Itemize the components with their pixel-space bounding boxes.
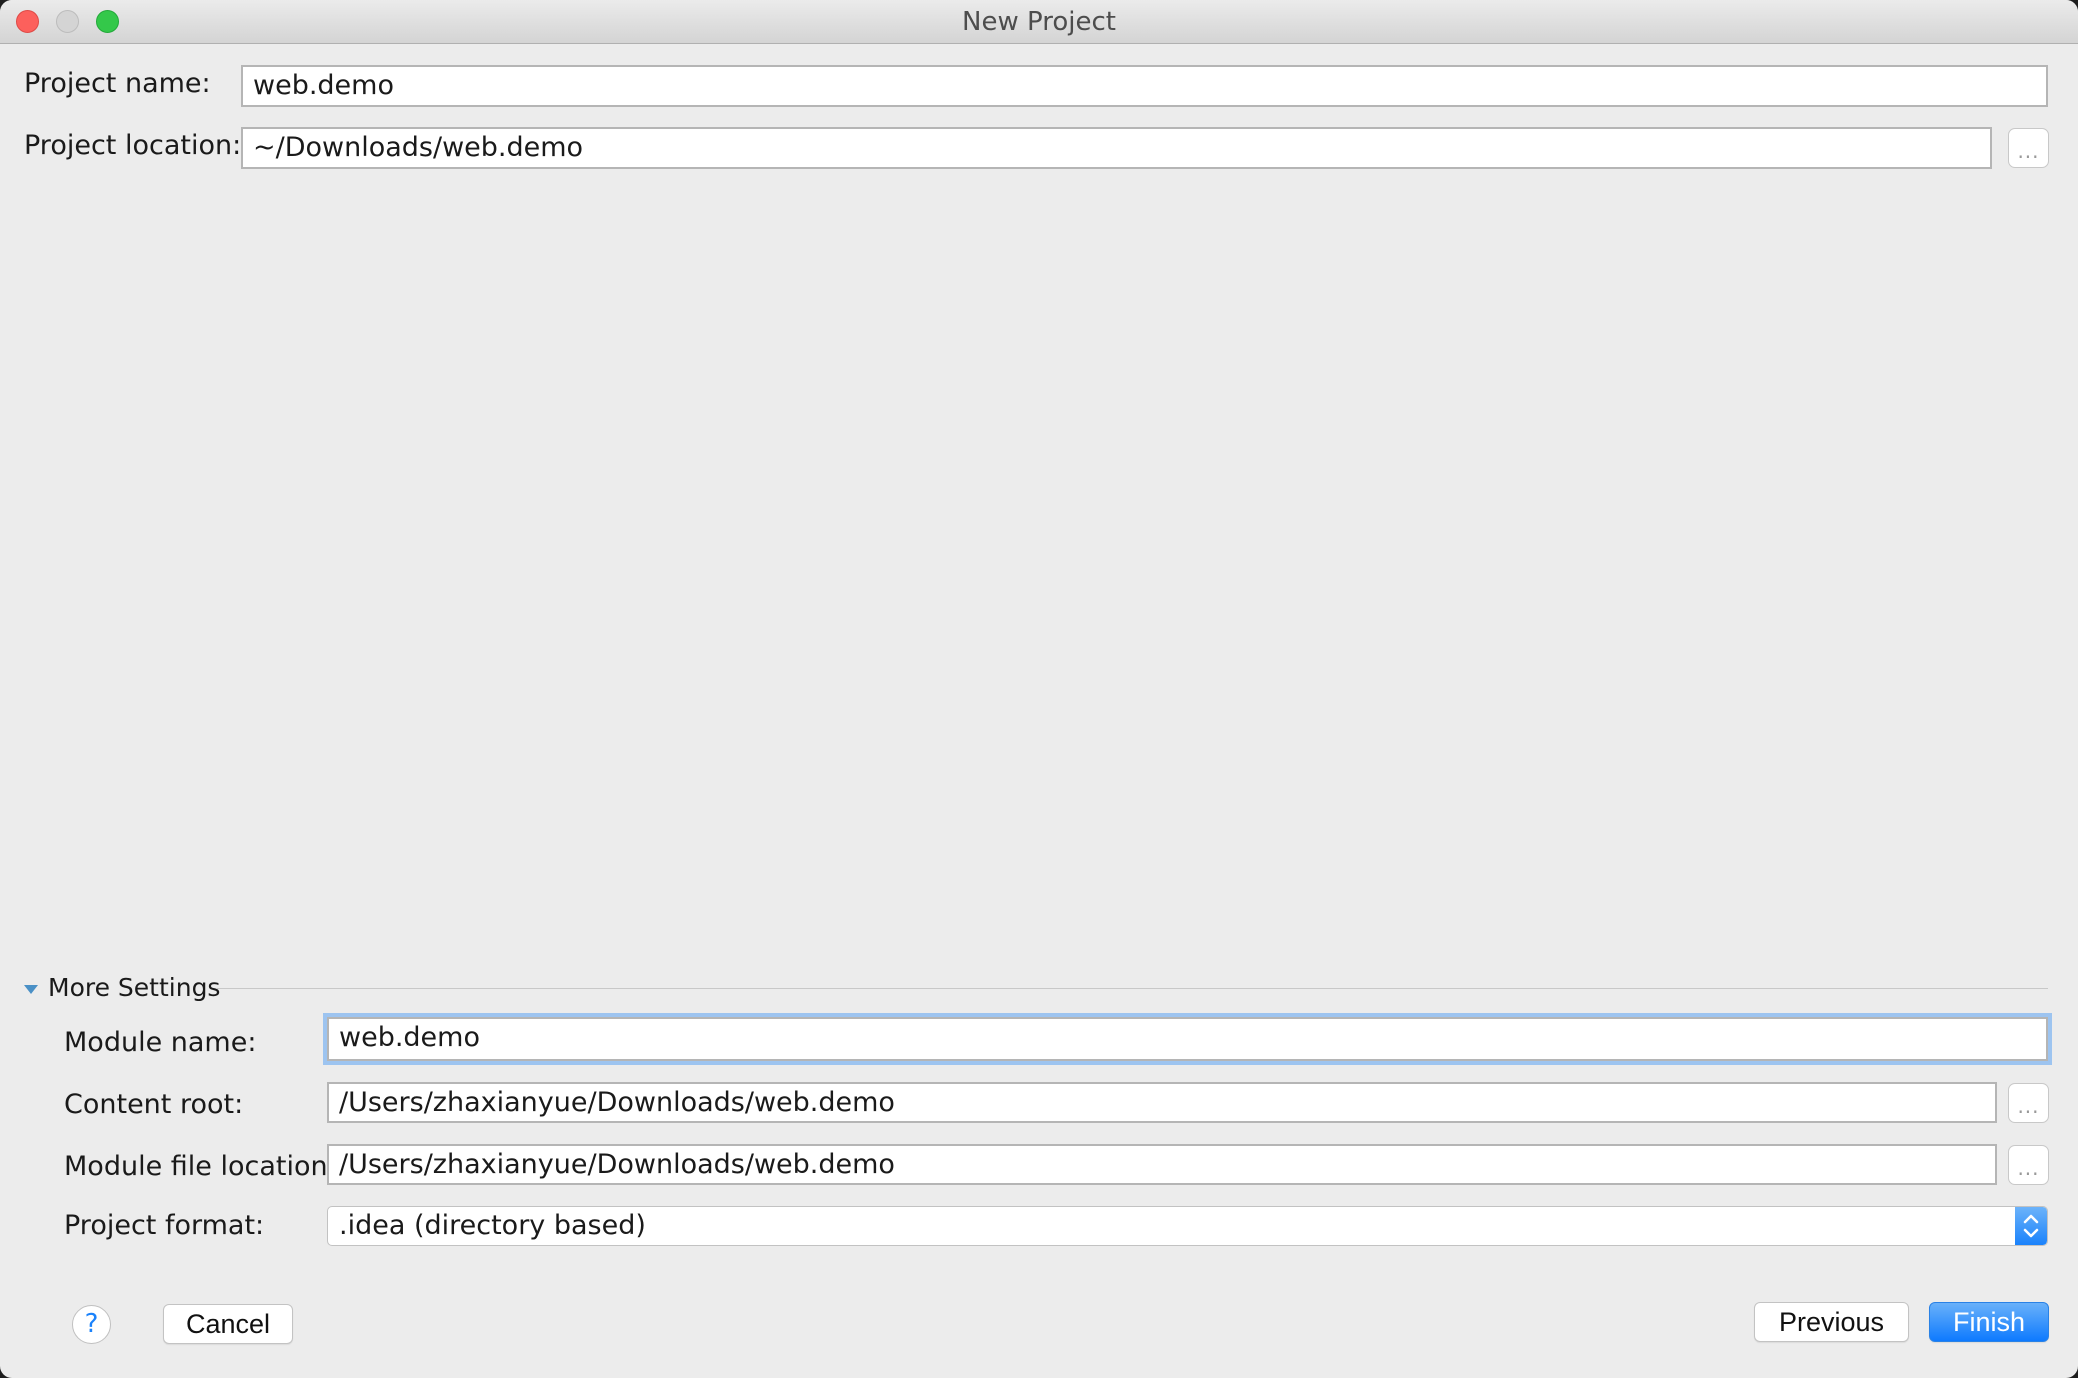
window-title: New Project xyxy=(962,7,1116,37)
expand-triangle-icon[interactable] xyxy=(24,985,38,994)
project-location-label: Project location: xyxy=(24,130,242,161)
title-bar[interactable]: New Project xyxy=(0,0,2078,44)
more-settings-section: More Settings xyxy=(24,973,2048,1005)
module-file-location-input[interactable]: /Users/zhaxianyue/Downloads/web.demo xyxy=(327,1144,1997,1185)
new-project-dialog: New Project Project name: web.demo Proje… xyxy=(0,0,2078,1378)
select-arrows-icon[interactable] xyxy=(2015,1207,2047,1245)
project-name-label: Project name: xyxy=(24,68,211,99)
module-file-location-browse-button[interactable]: ... xyxy=(2008,1145,2049,1185)
project-location-input[interactable]: ~/Downloads/web.demo xyxy=(241,127,1992,169)
help-button[interactable]: ? xyxy=(72,1305,111,1344)
help-icon: ? xyxy=(84,1309,99,1339)
project-name-input[interactable]: web.demo xyxy=(241,65,2048,107)
previous-button[interactable]: Previous xyxy=(1754,1302,1909,1342)
section-divider xyxy=(216,988,2048,989)
module-name-label: Module name: xyxy=(64,1027,257,1058)
project-format-value: .idea (directory based) xyxy=(339,1210,646,1241)
project-format-select[interactable]: .idea (directory based) xyxy=(327,1206,2048,1246)
module-file-location-label: Module file location: xyxy=(64,1151,337,1182)
cancel-button[interactable]: Cancel xyxy=(163,1304,293,1344)
content-root-label: Content root: xyxy=(64,1089,244,1120)
more-settings-toggle[interactable]: More Settings xyxy=(48,973,220,1002)
project-location-browse-button[interactable]: ... xyxy=(2008,128,2049,168)
content-root-browse-button[interactable]: ... xyxy=(2008,1083,2049,1123)
content-root-input[interactable]: /Users/zhaxianyue/Downloads/web.demo xyxy=(327,1082,1997,1123)
project-format-label: Project format: xyxy=(64,1210,265,1241)
module-name-input[interactable]: web.demo xyxy=(327,1017,2048,1061)
finish-button[interactable]: Finish xyxy=(1929,1302,2049,1342)
